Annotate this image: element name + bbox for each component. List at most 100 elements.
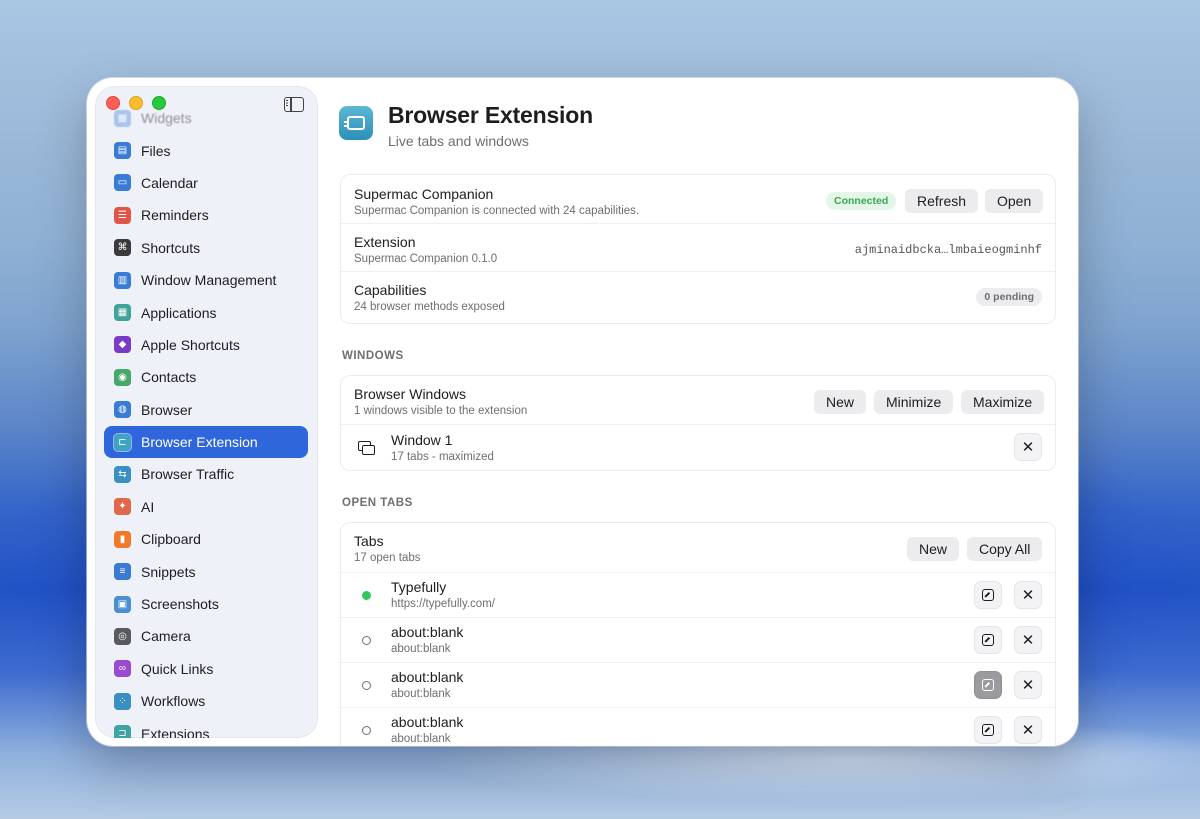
close-tab-button[interactable]: ✕ — [1014, 626, 1042, 654]
sidebar-item-applications[interactable]: ▦ Applications — [104, 296, 308, 328]
external-link-icon — [982, 589, 994, 601]
sidebar-item-browser-traffic[interactable]: ⇆ Browser Traffic — [104, 458, 308, 490]
tab-url: about:blank — [391, 643, 451, 655]
link-icon: ∞ — [114, 660, 131, 678]
companion-title: Supermac Companion — [354, 186, 494, 202]
contacts-icon: ◉ — [114, 368, 131, 386]
sidebar-item-label: Reminders — [141, 207, 209, 224]
sidebar-item-label: Widgets — [141, 110, 192, 127]
sidebar: ▦ Widgets ▤ Files ▭ Calendar ☰ Reminders ⌘ Shortc… — [95, 86, 318, 738]
clipboard-icon: ▮ — [114, 530, 131, 548]
tab-row[interactable]: about:blank about:blank ✕ — [341, 708, 1055, 746]
new-window-button[interactable]: New — [814, 390, 867, 414]
tab-url: https://typefully.com/ — [391, 598, 495, 610]
window-row[interactable]: Window 1 17 tabs - maximized ✕ — [341, 425, 1055, 471]
calendar-icon: ▭ — [114, 174, 131, 192]
sidebar-item-workflows[interactable]: ⁘ Workflows — [104, 685, 308, 717]
tab-status-indicator — [362, 636, 371, 645]
sidebar-item-window-management[interactable]: ▥ Window Management — [104, 264, 308, 296]
sidebar-item-ai[interactable]: ✦ AI — [104, 491, 308, 523]
windows-title: Browser Windows — [354, 386, 467, 402]
sidebar-item-apple-shortcuts[interactable]: ◆ Apple Shortcuts — [104, 329, 308, 361]
tab-url: about:blank — [391, 688, 451, 700]
close-icon: ✕ — [1021, 438, 1035, 456]
close-tab-button[interactable]: ✕ — [1014, 716, 1042, 744]
tab-status-indicator — [362, 726, 371, 735]
maximize-button[interactable]: Maximize — [961, 390, 1045, 414]
sidebar-item-label: Camera — [141, 628, 191, 645]
sidebar-item-label: Screenshots — [141, 596, 219, 613]
window-subtitle: 17 tabs - maximized — [391, 451, 494, 463]
new-tab-button[interactable]: New — [907, 537, 960, 561]
ai-icon: ✦ — [114, 498, 131, 516]
sidebar-item-calendar[interactable]: ▭ Calendar — [104, 167, 308, 199]
reminders-icon: ☰ — [114, 206, 131, 224]
tab-row[interactable]: about:blank about:blank ✕ — [341, 663, 1055, 708]
capabilities-row: Capabilities 24 browser methods exposed … — [341, 272, 1055, 323]
tab-row[interactable]: about:blank about:blank ✕ — [341, 618, 1055, 663]
widgets-icon: ▦ — [114, 109, 131, 127]
close-icon: ✕ — [1021, 721, 1035, 739]
sidebar-item-label: Snippets — [141, 563, 196, 580]
open-tab-button[interactable] — [974, 626, 1002, 654]
browser-extension-icon — [339, 106, 373, 140]
status-card: Supermac Companion Supermac Companion is… — [340, 174, 1056, 324]
sidebar-item-screenshots[interactable]: ▣ Screenshots — [104, 588, 308, 620]
sidebar-item-contacts[interactable]: ◉ Contacts — [104, 361, 308, 393]
external-link-icon — [982, 679, 994, 691]
open-tab-button[interactable] — [974, 671, 1002, 699]
sidebar-item-label: Clipboard — [141, 531, 201, 548]
sidebar-item-browser-extension[interactable]: ⊏ Browser Extension — [104, 425, 308, 459]
close-tab-button[interactable]: ✕ — [1014, 671, 1042, 699]
close-tab-button[interactable]: ✕ — [1014, 581, 1042, 609]
copy-all-button[interactable]: Copy All — [967, 537, 1043, 561]
tab-url: about:blank — [391, 733, 451, 745]
open-button[interactable]: Open — [985, 189, 1044, 213]
window-title: Window 1 — [391, 432, 453, 448]
zoom-window-button[interactable] — [152, 96, 166, 110]
sidebar-item-label: Apple Shortcuts — [141, 336, 240, 353]
sidebar-item-reminders[interactable]: ☰ Reminders — [104, 199, 308, 231]
sidebar-item-snippets[interactable]: ≡ Snippets — [104, 555, 308, 587]
sidebar-item-label: Workflows — [141, 693, 206, 710]
extension-row: Extension Supermac Companion 0.1.0 ajmin… — [341, 224, 1055, 272]
tab-status-indicator — [362, 591, 371, 600]
sidebar-item-quick-links[interactable]: ∞ Quick Links — [104, 653, 308, 685]
sidebar-item-label: Extensions — [141, 725, 210, 738]
open-tab-button[interactable] — [974, 716, 1002, 744]
windows-header-row: Browser Windows 1 windows visible to the… — [341, 376, 1055, 425]
app-window: ▦ Widgets ▤ Files ▭ Calendar ☰ Reminders ⌘ Shortc… — [87, 78, 1078, 746]
sidebar-item-label: Contacts — [141, 369, 197, 386]
windows-section-label: WINDOWS — [342, 350, 404, 362]
tabs-subtitle: 17 open tabs — [354, 552, 421, 564]
sidebar-toggle-icon[interactable] — [284, 97, 304, 112]
minimize-window-button[interactable] — [129, 96, 143, 110]
sidebar-item-camera[interactable]: ◎ Camera — [104, 620, 308, 652]
sidebar-item-clipboard[interactable]: ▮ Clipboard — [104, 523, 308, 555]
open-tab-button[interactable] — [974, 581, 1002, 609]
sidebar-item-label: Applications — [141, 304, 217, 321]
tab-list: Typefully https://typefully.com/ ✕ about:bl… — [341, 573, 1055, 746]
sidebar-item-browser[interactable]: ◍ Browser — [104, 394, 308, 426]
tab-title: Typefully — [391, 579, 447, 595]
sidebar-item-shortcuts[interactable]: ⌘ Shortcuts — [104, 232, 308, 264]
sidebar-item-files[interactable]: ▤ Files — [104, 134, 308, 166]
window-management-icon: ▥ — [114, 271, 131, 289]
globe-icon: ◍ — [114, 401, 131, 419]
window-controls — [106, 96, 166, 110]
companion-subtitle: Supermac Companion is connected with 24 … — [354, 205, 640, 217]
sidebar-item-label: Files — [141, 142, 171, 159]
tab-row[interactable]: Typefully https://typefully.com/ ✕ — [341, 573, 1055, 618]
sidebar-item-extensions[interactable]: ⊐ Extensions — [104, 717, 308, 738]
minimize-button[interactable]: Minimize — [874, 390, 954, 414]
workflows-icon: ⁘ — [114, 692, 131, 710]
pending-badge: 0 pending — [976, 288, 1042, 306]
windows-card: Browser Windows 1 windows visible to the… — [340, 375, 1056, 471]
window-stack-icon — [358, 441, 376, 455]
close-window-row-button[interactable]: ✕ — [1014, 433, 1042, 461]
page-title: Browser Extension — [388, 102, 593, 128]
close-window-button[interactable] — [106, 96, 120, 110]
connected-badge: Connected — [826, 192, 897, 210]
refresh-button[interactable]: Refresh — [905, 189, 979, 213]
browser-traffic-icon: ⇆ — [114, 465, 131, 483]
